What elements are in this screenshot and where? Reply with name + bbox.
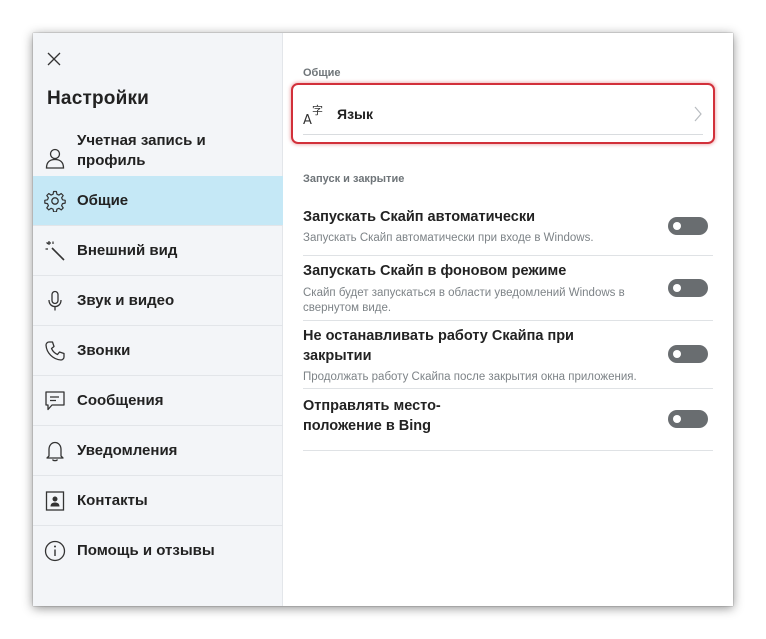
svg-text:字: 字 [312, 103, 323, 117]
sidebar-item-label: Помощь и отзывы [77, 542, 215, 559]
sidebar-item-audio-video[interactable]: Звук и видео [33, 276, 283, 326]
bell-icon [44, 440, 66, 462]
sidebar-item-label: Общие [77, 191, 129, 209]
chevron-right-icon [693, 104, 703, 124]
settings-content: Общие A 字 Язык Запуск и закрытие Запуска… [284, 33, 733, 606]
info-icon [44, 540, 66, 562]
toggle-knob [673, 284, 681, 292]
setting-description: Скайп будет запускаться в области уведом… [303, 287, 625, 314]
toggle-knob [673, 350, 681, 358]
setting-title: Запускать Скайп в фоновом режиме [303, 263, 567, 279]
person-icon [44, 147, 66, 169]
setting-autostart: Запускать Скайп автоматически Запускать … [303, 207, 713, 256]
language-icon: A 字 [303, 102, 327, 128]
sidebar-item-label: Контакты [77, 491, 148, 509]
sidebar-item-help[interactable]: Помощь и отзывы [33, 526, 283, 576]
message-icon [44, 390, 66, 412]
contacts-icon [44, 490, 66, 512]
section-startup-label: Запуск и закрытие [303, 173, 405, 185]
sidebar-item-label: Уведомления [77, 441, 178, 459]
setting-keep-running: Не останавливать работу Скайпа при закры… [303, 326, 713, 389]
setting-title: Запускать Скайп автоматически [303, 209, 536, 225]
setting-title: Не останавливать работу Скайпа при закры… [303, 328, 574, 364]
close-icon [47, 52, 61, 66]
microphone-icon [44, 290, 66, 312]
language-setting-row[interactable]: A 字 Язык [291, 83, 715, 144]
sidebar-item-calls[interactable]: Звонки [33, 326, 283, 376]
setting-bing-location: Отправлять место-положение в Bing [303, 396, 713, 451]
section-general-label: Общие [303, 67, 341, 79]
sidebar: Настройки Учетная запись и профиль Общие [33, 33, 283, 606]
keep-running-toggle[interactable] [668, 345, 708, 363]
sidebar-item-label: Внешний вид [77, 241, 178, 259]
close-button[interactable] [43, 48, 65, 70]
sidebar-title: Настройки [47, 88, 150, 109]
sidebar-item-contacts[interactable]: Контакты [33, 476, 283, 526]
language-row-inner: A 字 Язык [303, 92, 703, 135]
settings-window: Настройки Учетная запись и профиль Общие [33, 33, 733, 606]
sidebar-item-messages[interactable]: Сообщения [33, 376, 283, 426]
background-toggle[interactable] [668, 279, 708, 297]
sidebar-item-notifications[interactable]: Уведомления [33, 426, 283, 476]
sidebar-item-label: Звонки [77, 341, 131, 359]
toggle-knob [673, 415, 681, 423]
gear-icon [44, 190, 66, 212]
setting-title: Отправлять место-положение в Bing [303, 398, 441, 434]
svg-text:A: A [303, 113, 312, 126]
setting-background: Запускать Скайп в фоновом режиме Скайп б… [303, 261, 713, 321]
sidebar-item-label: Звук и видео [77, 291, 175, 309]
autostart-toggle[interactable] [668, 217, 708, 235]
phone-icon [44, 340, 66, 362]
sidebar-item-appearance[interactable]: Внешний вид [33, 226, 283, 276]
sidebar-item-label: Сообщения [77, 391, 164, 409]
toggle-knob [673, 222, 681, 230]
sidebar-item-general[interactable]: Общие [33, 176, 283, 226]
setting-description: Запускать Скайп автоматически при входе … [303, 232, 594, 244]
magic-wand-icon [44, 240, 66, 262]
language-label: Язык [337, 106, 373, 122]
setting-description: Продолжать работу Скайпа после закрытия … [303, 371, 637, 383]
bing-location-toggle[interactable] [668, 410, 708, 428]
sidebar-item-label: Учетная запись и профиль [77, 132, 206, 169]
